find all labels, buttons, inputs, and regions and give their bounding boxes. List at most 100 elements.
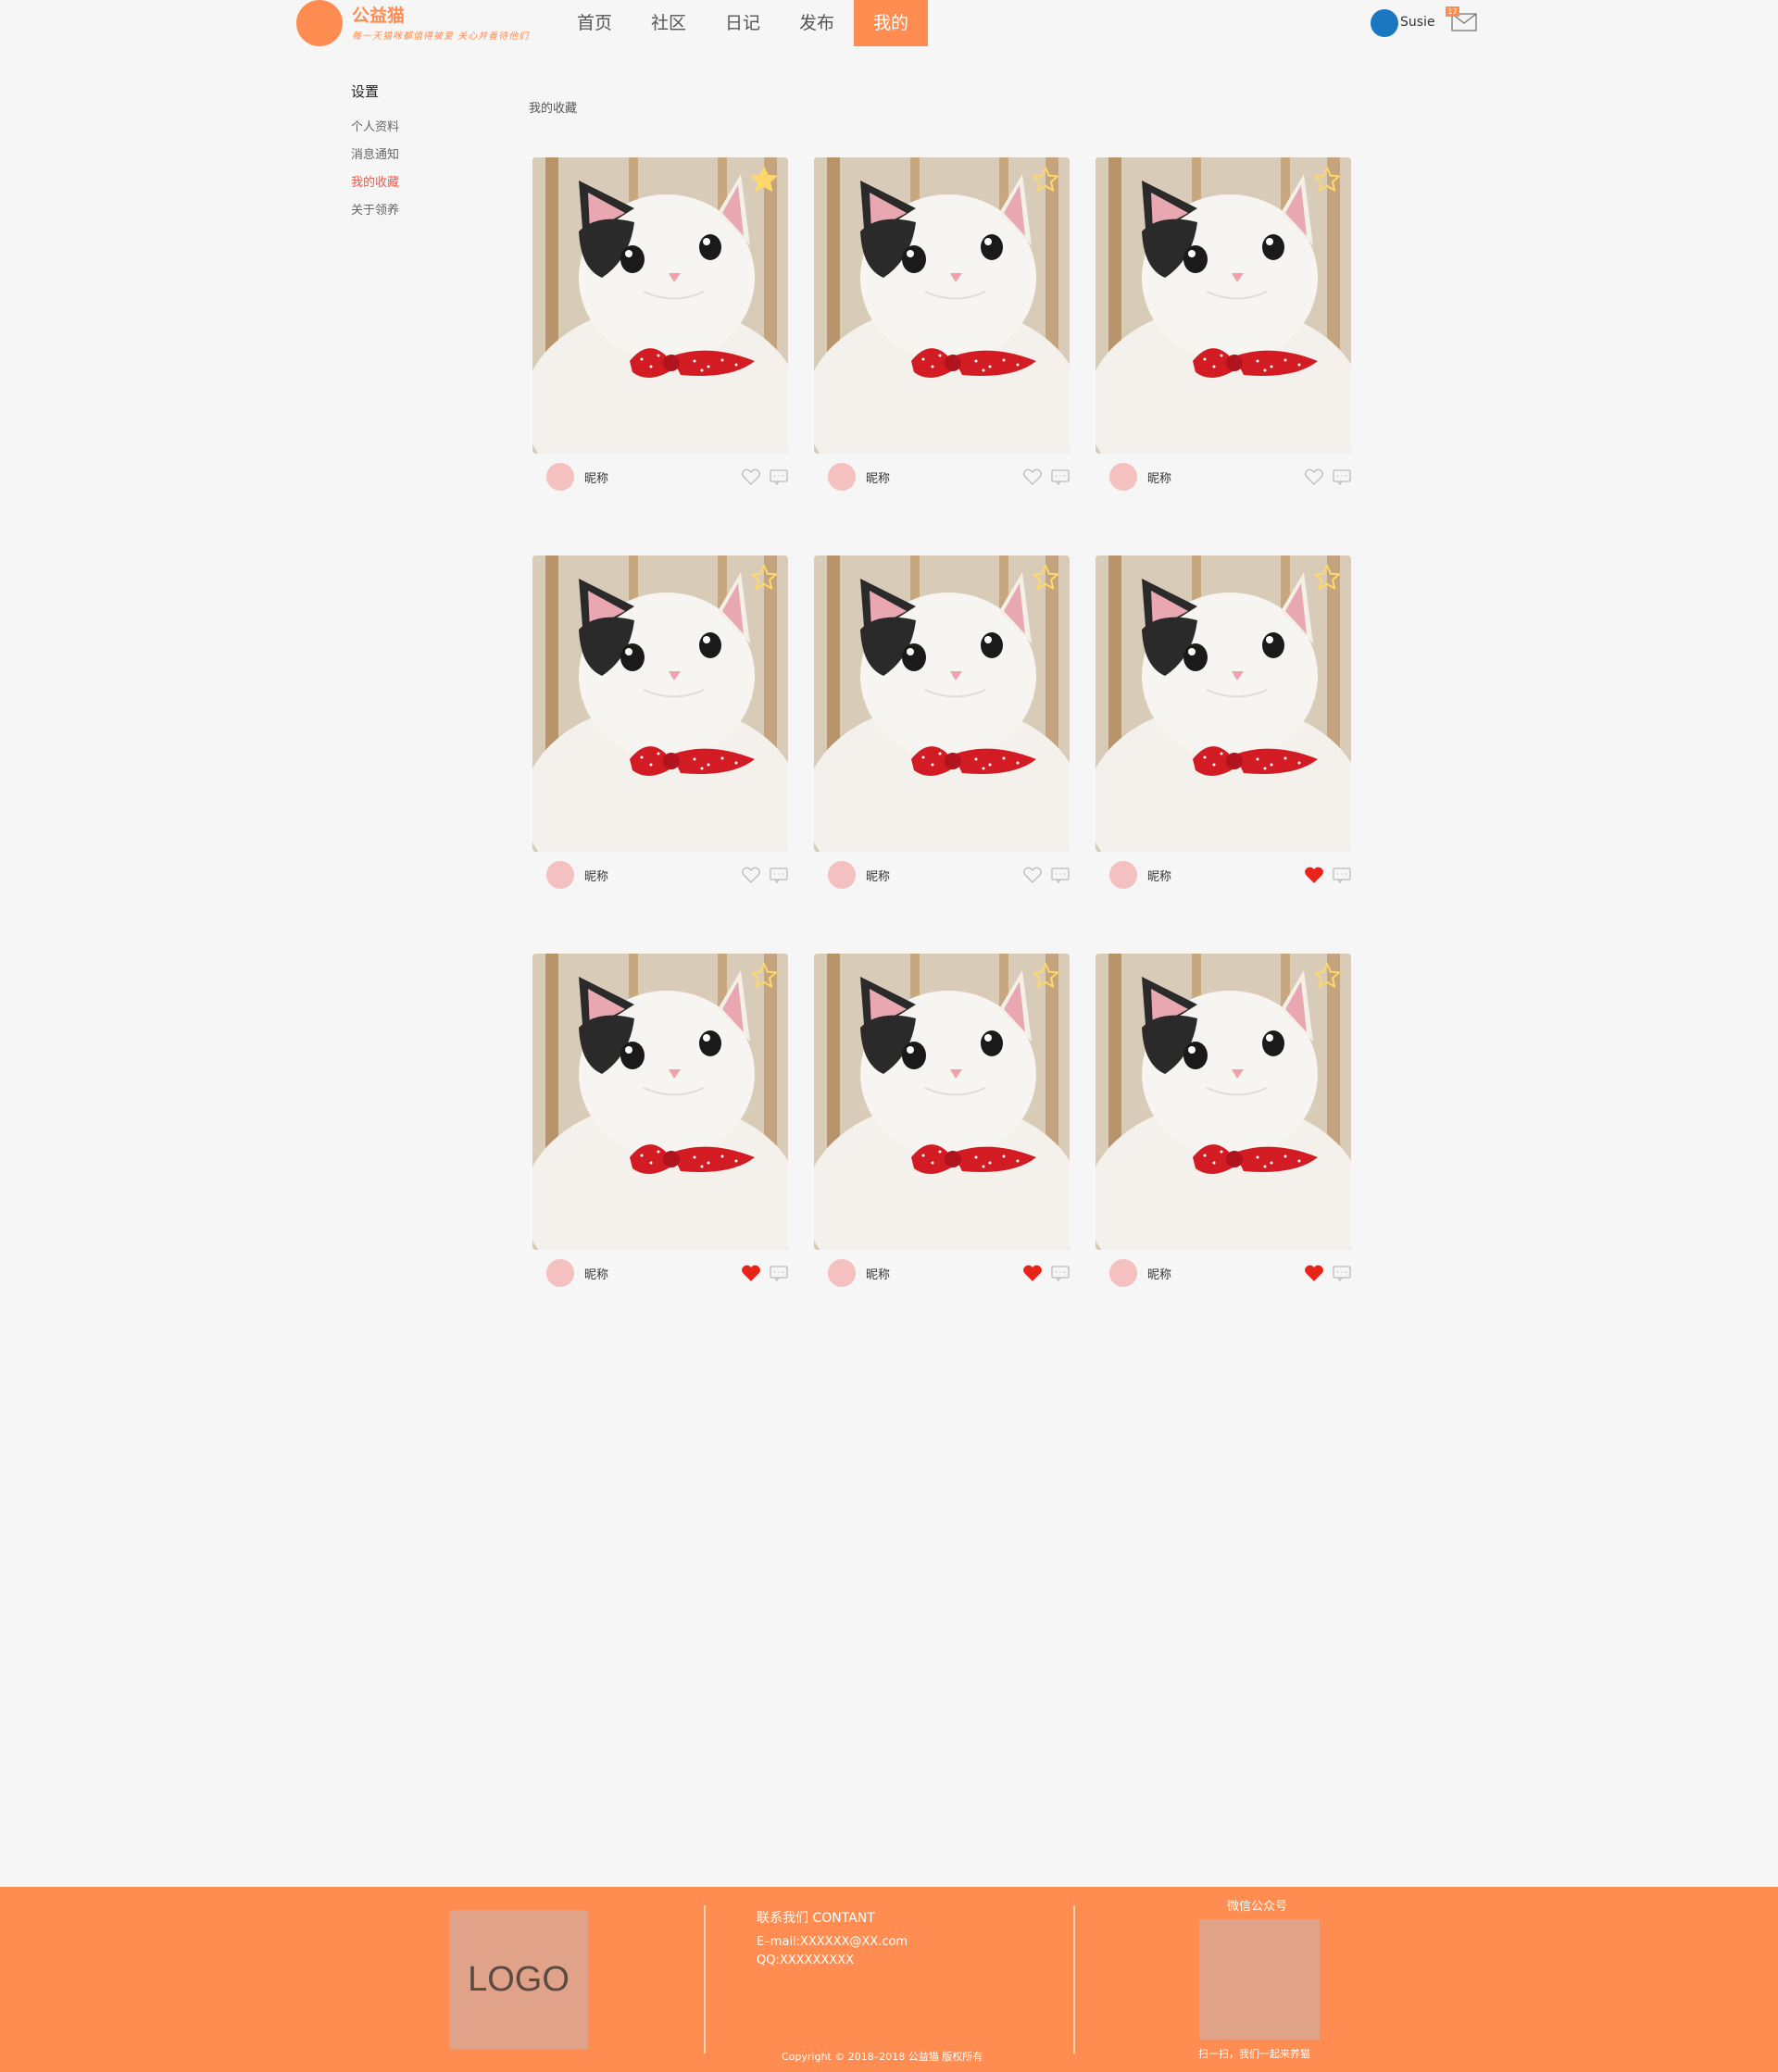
avatar[interactable]: [1109, 1259, 1137, 1287]
star-icon[interactable]: [1031, 563, 1060, 593]
wechat-title: 微信公众号: [1227, 1900, 1288, 1914]
star-icon[interactable]: [1031, 165, 1060, 194]
favorite-card[interactable]: 昵称: [532, 954, 788, 1298]
card-image[interactable]: [814, 157, 1070, 454]
comment-icon[interactable]: [1051, 468, 1070, 485]
star-icon[interactable]: [1312, 563, 1342, 593]
heart-icon[interactable]: [742, 468, 760, 485]
header: 公益猫 每一天猫咪都值得被爱 关心并善待他们 首页 社区 日记 发布 我的 Su…: [0, 0, 1778, 46]
favorite-card[interactable]: 昵称: [1096, 555, 1351, 900]
nickname[interactable]: 昵称: [584, 468, 608, 486]
star-icon[interactable]: [1031, 961, 1060, 991]
mail-badge: 17: [1446, 6, 1459, 17]
comment-icon[interactable]: [770, 468, 788, 485]
nav-item-diary[interactable]: 日记: [706, 0, 780, 46]
page-title: 我的收藏: [529, 102, 578, 116]
star-icon[interactable]: [1312, 165, 1342, 194]
contact-title: 联系我们 CONTANT: [757, 1911, 875, 1926]
avatar[interactable]: [546, 861, 574, 889]
sidebar-item-favorites[interactable]: 我的收藏: [351, 169, 499, 197]
footer-divider: [1073, 1905, 1075, 2053]
star-icon[interactable]: [749, 961, 779, 991]
sidebar-item-profile[interactable]: 个人资料: [351, 114, 499, 142]
card-footer: 昵称: [1096, 852, 1351, 900]
brand-name[interactable]: 公益猫: [352, 2, 405, 27]
avatar[interactable]: [828, 463, 856, 491]
star-icon[interactable]: [749, 563, 779, 593]
heart-icon[interactable]: [742, 867, 760, 883]
heart-icon[interactable]: [1305, 468, 1323, 485]
footer: LOGO 联系我们 CONTANT E–mail:XXXXXX@XX.com Q…: [0, 1887, 1778, 2072]
cat-photo: [1096, 954, 1351, 1250]
nickname[interactable]: 昵称: [1147, 1265, 1171, 1282]
nickname[interactable]: 昵称: [1147, 468, 1171, 486]
heart-icon[interactable]: [1305, 1265, 1323, 1281]
cat-photo: [532, 157, 788, 454]
nickname[interactable]: 昵称: [866, 1265, 890, 1282]
comment-icon[interactable]: [770, 1265, 788, 1281]
card-image[interactable]: [532, 555, 788, 852]
comment-icon[interactable]: [1333, 468, 1351, 485]
sidebar-item-notifications[interactable]: 消息通知: [351, 142, 499, 169]
user-avatar[interactable]: [1371, 9, 1398, 37]
avatar[interactable]: [546, 463, 574, 491]
avatar[interactable]: [828, 861, 856, 889]
heart-icon[interactable]: [1023, 468, 1042, 485]
cat-photo: [532, 555, 788, 852]
heart-icon[interactable]: [1305, 867, 1323, 883]
card-image[interactable]: [532, 157, 788, 454]
favorite-card[interactable]: 昵称: [532, 157, 788, 502]
heart-icon[interactable]: [1023, 1265, 1042, 1281]
card-footer: 昵称: [814, 454, 1070, 502]
wechat-qr-code: [1199, 1919, 1320, 2040]
sidebar-title: 设置: [351, 83, 380, 100]
brand-slogan: 每一天猫咪都值得被爱 关心并善待他们: [352, 31, 530, 42]
favorite-card[interactable]: 昵称: [1096, 157, 1351, 502]
card-image[interactable]: [1096, 157, 1351, 454]
contact-qq: QQ:XXXXXXXXX: [757, 1953, 854, 1967]
card-image[interactable]: [532, 954, 788, 1250]
avatar[interactable]: [1109, 861, 1137, 889]
star-icon[interactable]: [749, 165, 779, 194]
heart-icon[interactable]: [1023, 867, 1042, 883]
favorite-card[interactable]: 昵称: [814, 954, 1070, 1298]
card-footer: 昵称: [814, 1250, 1070, 1298]
card-image[interactable]: [1096, 555, 1351, 852]
nav-item-publish[interactable]: 发布: [780, 0, 854, 46]
nickname[interactable]: 昵称: [1147, 867, 1171, 884]
cat-photo: [814, 157, 1070, 454]
favorite-card[interactable]: 昵称: [814, 157, 1070, 502]
nickname[interactable]: 昵称: [866, 468, 890, 486]
card-image[interactable]: [814, 954, 1070, 1250]
comment-icon[interactable]: [1051, 1265, 1070, 1281]
avatar[interactable]: [828, 1259, 856, 1287]
nav-item-home[interactable]: 首页: [557, 0, 632, 46]
card-image[interactable]: [1096, 954, 1351, 1250]
user-name[interactable]: Susie: [1400, 15, 1435, 30]
copyright: Copyright © 2018–2018 公益猫 版权所有: [782, 2051, 983, 2063]
brand-logo[interactable]: [296, 0, 343, 46]
comment-icon[interactable]: [770, 867, 788, 883]
favorite-card[interactable]: 昵称: [1096, 954, 1351, 1298]
avatar[interactable]: [1109, 463, 1137, 491]
sidebar-item-adoption[interactable]: 关于领养: [351, 197, 499, 225]
comment-icon[interactable]: [1051, 867, 1070, 883]
star-icon[interactable]: [1312, 961, 1342, 991]
main-nav: 首页 社区 日记 发布 我的: [557, 0, 928, 46]
card-footer: 昵称: [532, 852, 788, 900]
card-image[interactable]: [814, 555, 1070, 852]
comment-icon[interactable]: [1333, 867, 1351, 883]
avatar[interactable]: [546, 1259, 574, 1287]
nickname[interactable]: 昵称: [866, 867, 890, 884]
favorite-card[interactable]: 昵称: [814, 555, 1070, 900]
nav-item-mine[interactable]: 我的: [854, 0, 928, 46]
favorite-card[interactable]: 昵称: [532, 555, 788, 900]
nickname[interactable]: 昵称: [584, 1265, 608, 1282]
card-footer: 昵称: [532, 1250, 788, 1298]
comment-icon[interactable]: [1333, 1265, 1351, 1281]
nav-item-community[interactable]: 社区: [632, 0, 706, 46]
card-footer: 昵称: [814, 852, 1070, 900]
nickname[interactable]: 昵称: [584, 867, 608, 884]
qr-caption: 扫一扫，我们一起来养猫: [1198, 2048, 1310, 2060]
heart-icon[interactable]: [742, 1265, 760, 1281]
